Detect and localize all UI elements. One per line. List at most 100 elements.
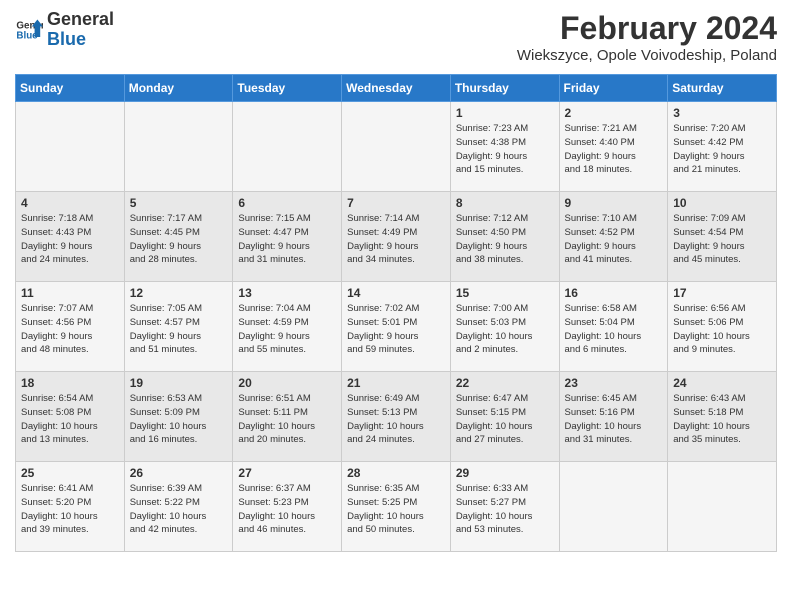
day-info: Sunrise: 6:41 AM Sunset: 5:20 PM Dayligh… xyxy=(21,482,119,537)
calendar-week-2: 11Sunrise: 7:07 AM Sunset: 4:56 PM Dayli… xyxy=(16,282,777,372)
calendar-cell: 7 Sunrise: 7:14 AM Sunset: 4:49 PM Daylig… xyxy=(342,192,451,282)
header-cell-saturday: Saturday xyxy=(668,75,777,102)
day-info: Sunrise: 6:49 AM Sunset: 5:13 PM Dayligh… xyxy=(347,392,445,447)
calendar-cell xyxy=(16,102,125,192)
calendar-cell: 1Sunrise: 7:23 AM Sunset: 4:38 PM Daylig… xyxy=(450,102,559,192)
day-info: Sunrise: 7:20 AM Sunset: 4:42 PM Dayligh… xyxy=(673,122,771,177)
calendar-week-3: 18 Sunrise: 6:54 AM Sunset: 5:08 PM Dayli… xyxy=(16,372,777,462)
calendar-cell: 11Sunrise: 7:07 AM Sunset: 4:56 PM Dayli… xyxy=(16,282,125,372)
day-number: 17 xyxy=(673,286,771,300)
day-info: Sunrise: 7:21 AM Sunset: 4:40 PM Dayligh… xyxy=(565,122,663,177)
day-number: 15 xyxy=(456,286,554,300)
calendar-cell: 24 Sunrise: 6:43 AM Sunset: 5:18 PM Dayli… xyxy=(668,372,777,462)
calendar-cell: 25 Sunrise: 6:41 AM Sunset: 5:20 PM Dayli… xyxy=(16,462,125,552)
calendar-header: SundayMondayTuesdayWednesdayThursdayFrid… xyxy=(16,75,777,102)
day-info: Sunrise: 7:12 AM Sunset: 4:50 PM Dayligh… xyxy=(456,212,554,267)
calendar-cell xyxy=(668,462,777,552)
day-info: Sunrise: 7:14 AM Sunset: 4:49 PM Dayligh… xyxy=(347,212,445,267)
day-info: Sunrise: 7:10 AM Sunset: 4:52 PM Dayligh… xyxy=(565,212,663,267)
calendar-cell: 22 Sunrise: 6:47 AM Sunset: 5:15 PM Dayli… xyxy=(450,372,559,462)
day-number: 21 xyxy=(347,376,445,390)
day-info: Sunrise: 6:43 AM Sunset: 5:18 PM Dayligh… xyxy=(673,392,771,447)
day-number: 7 xyxy=(347,196,445,210)
day-info: Sunrise: 7:02 AM Sunset: 5:01 PM Dayligh… xyxy=(347,302,445,357)
calendar-cell: 27Sunrise: 6:37 AM Sunset: 5:23 PM Dayli… xyxy=(233,462,342,552)
calendar-cell: 12Sunrise: 7:05 AM Sunset: 4:57 PM Dayli… xyxy=(124,282,233,372)
calendar-cell: 18 Sunrise: 6:54 AM Sunset: 5:08 PM Dayli… xyxy=(16,372,125,462)
calendar-cell: 21 Sunrise: 6:49 AM Sunset: 5:13 PM Dayli… xyxy=(342,372,451,462)
day-number: 27 xyxy=(238,466,336,480)
calendar-cell: 23Sunrise: 6:45 AM Sunset: 5:16 PM Dayli… xyxy=(559,372,668,462)
calendar-cell: 17 Sunrise: 6:56 AM Sunset: 5:06 PM Dayli… xyxy=(668,282,777,372)
day-number: 19 xyxy=(130,376,228,390)
header-cell-thursday: Thursday xyxy=(450,75,559,102)
logo-general-text: General xyxy=(47,9,114,29)
day-number: 11 xyxy=(21,286,119,300)
day-info: Sunrise: 6:35 AM Sunset: 5:25 PM Dayligh… xyxy=(347,482,445,537)
calendar-week-4: 25 Sunrise: 6:41 AM Sunset: 5:20 PM Dayli… xyxy=(16,462,777,552)
day-number: 18 xyxy=(21,376,119,390)
calendar-week-0: 1Sunrise: 7:23 AM Sunset: 4:38 PM Daylig… xyxy=(16,102,777,192)
day-info: Sunrise: 6:47 AM Sunset: 5:15 PM Dayligh… xyxy=(456,392,554,447)
day-number: 6 xyxy=(238,196,336,210)
main-title: February 2024 xyxy=(517,10,777,47)
calendar-cell: 8Sunrise: 7:12 AM Sunset: 4:50 PM Daylig… xyxy=(450,192,559,282)
calendar-cell: 2 Sunrise: 7:21 AM Sunset: 4:40 PM Daylig… xyxy=(559,102,668,192)
day-number: 4 xyxy=(21,196,119,210)
calendar-cell: 29 Sunrise: 6:33 AM Sunset: 5:27 PM Dayli… xyxy=(450,462,559,552)
calendar-cell: 14 Sunrise: 7:02 AM Sunset: 5:01 PM Dayli… xyxy=(342,282,451,372)
day-number: 23 xyxy=(565,376,663,390)
day-number: 26 xyxy=(130,466,228,480)
day-number: 25 xyxy=(21,466,119,480)
day-info: Sunrise: 7:15 AM Sunset: 4:47 PM Dayligh… xyxy=(238,212,336,267)
calendar-cell xyxy=(233,102,342,192)
calendar-cell xyxy=(342,102,451,192)
day-info: Sunrise: 6:56 AM Sunset: 5:06 PM Dayligh… xyxy=(673,302,771,357)
day-number: 20 xyxy=(238,376,336,390)
day-info: Sunrise: 7:04 AM Sunset: 4:59 PM Dayligh… xyxy=(238,302,336,357)
header-cell-tuesday: Tuesday xyxy=(233,75,342,102)
calendar-body: 1Sunrise: 7:23 AM Sunset: 4:38 PM Daylig… xyxy=(16,102,777,552)
day-number: 28 xyxy=(347,466,445,480)
calendar-cell xyxy=(124,102,233,192)
calendar-cell: 20 Sunrise: 6:51 AM Sunset: 5:11 PM Dayli… xyxy=(233,372,342,462)
logo-icon: General Blue xyxy=(15,16,43,44)
day-number: 10 xyxy=(673,196,771,210)
calendar-week-1: 4 Sunrise: 7:18 AM Sunset: 4:43 PM Daylig… xyxy=(16,192,777,282)
day-number: 1 xyxy=(456,106,554,120)
logo-blue-text: Blue xyxy=(47,29,86,49)
day-info: Sunrise: 6:39 AM Sunset: 5:22 PM Dayligh… xyxy=(130,482,228,537)
day-number: 12 xyxy=(130,286,228,300)
calendar-cell: 28 Sunrise: 6:35 AM Sunset: 5:25 PM Dayli… xyxy=(342,462,451,552)
calendar-cell xyxy=(559,462,668,552)
day-info: Sunrise: 7:09 AM Sunset: 4:54 PM Dayligh… xyxy=(673,212,771,267)
day-info: Sunrise: 6:33 AM Sunset: 5:27 PM Dayligh… xyxy=(456,482,554,537)
day-info: Sunrise: 7:17 AM Sunset: 4:45 PM Dayligh… xyxy=(130,212,228,267)
header-cell-monday: Monday xyxy=(124,75,233,102)
calendar-cell: 6 Sunrise: 7:15 AM Sunset: 4:47 PM Daylig… xyxy=(233,192,342,282)
calendar-table: SundayMondayTuesdayWednesdayThursdayFrid… xyxy=(15,74,777,552)
header: General Blue General Blue February 2024 … xyxy=(15,10,777,64)
day-info: Sunrise: 6:51 AM Sunset: 5:11 PM Dayligh… xyxy=(238,392,336,447)
day-number: 22 xyxy=(456,376,554,390)
calendar-cell: 15Sunrise: 7:00 AM Sunset: 5:03 PM Dayli… xyxy=(450,282,559,372)
day-number: 24 xyxy=(673,376,771,390)
day-number: 3 xyxy=(673,106,771,120)
day-number: 14 xyxy=(347,286,445,300)
day-info: Sunrise: 7:18 AM Sunset: 4:43 PM Dayligh… xyxy=(21,212,119,267)
day-number: 13 xyxy=(238,286,336,300)
day-number: 16 xyxy=(565,286,663,300)
day-number: 9 xyxy=(565,196,663,210)
logo: General Blue General Blue xyxy=(15,10,114,50)
calendar-cell: 13 Sunrise: 7:04 AM Sunset: 4:59 PM Dayli… xyxy=(233,282,342,372)
header-cell-wednesday: Wednesday xyxy=(342,75,451,102)
calendar-cell: 9 Sunrise: 7:10 AM Sunset: 4:52 PM Daylig… xyxy=(559,192,668,282)
day-info: Sunrise: 6:53 AM Sunset: 5:09 PM Dayligh… xyxy=(130,392,228,447)
day-number: 29 xyxy=(456,466,554,480)
calendar-cell: 26 Sunrise: 6:39 AM Sunset: 5:22 PM Dayli… xyxy=(124,462,233,552)
day-info: Sunrise: 6:54 AM Sunset: 5:08 PM Dayligh… xyxy=(21,392,119,447)
calendar-cell: 5Sunrise: 7:17 AM Sunset: 4:45 PM Daylig… xyxy=(124,192,233,282)
day-number: 2 xyxy=(565,106,663,120)
calendar-cell: 10 Sunrise: 7:09 AM Sunset: 4:54 PM Dayli… xyxy=(668,192,777,282)
header-row: SundayMondayTuesdayWednesdayThursdayFrid… xyxy=(16,75,777,102)
